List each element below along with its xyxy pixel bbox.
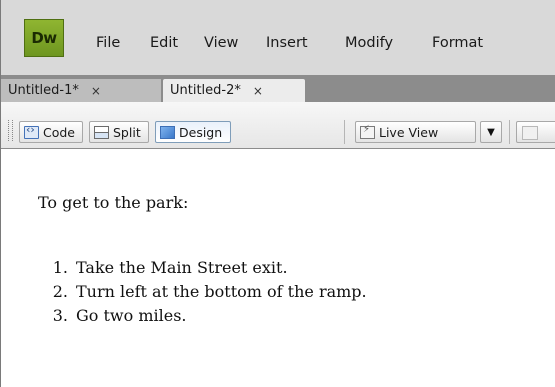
document-tab-bar: Untitled-1* × Untitled-2* ×	[1, 75, 555, 102]
design-view-button[interactable]: Design	[155, 121, 231, 143]
list-item: 2. Turn left at the bottom of the ramp.	[38, 282, 367, 306]
design-icon	[160, 125, 175, 139]
close-icon[interactable]: ×	[253, 84, 263, 98]
live-view-label: Live View	[379, 124, 439, 140]
menu-view[interactable]: View	[204, 35, 238, 51]
live-view-button[interactable]: Live View	[355, 121, 476, 143]
close-icon[interactable]: ×	[91, 84, 101, 98]
live-view-dropdown-button[interactable]: ▼	[480, 121, 502, 143]
toolbar-separator	[344, 120, 345, 144]
code-icon	[24, 123, 39, 139]
toolbar-grip-handle[interactable]	[8, 120, 13, 141]
list-number: 2.	[52, 282, 68, 301]
chevron-down-icon: ▼	[487, 126, 495, 138]
app-window: Dw File Edit View Insert Modify Format U…	[0, 0, 555, 387]
split-label: Split	[113, 124, 141, 140]
menu-bar: Dw File Edit View Insert Modify Format	[1, 0, 555, 75]
menu-file[interactable]: File	[96, 35, 120, 51]
toolbar-separator	[509, 120, 510, 144]
design-view-canvas[interactable]: To get to the park: 1. Take the Main Str…	[1, 149, 555, 387]
split-view-button[interactable]: Split	[89, 121, 149, 143]
code-label: Code	[43, 124, 76, 140]
intro-paragraph: To get to the park:	[38, 193, 189, 212]
menu-edit[interactable]: Edit	[150, 35, 178, 51]
tab-untitled-1[interactable]: Untitled-1* ×	[1, 79, 161, 102]
tab-label: Untitled-1*	[8, 83, 79, 98]
menu-format[interactable]: Format	[432, 35, 483, 51]
live-view-icon	[360, 124, 375, 139]
split-icon	[94, 125, 109, 139]
list-number: 1.	[52, 258, 68, 277]
list-text: Turn left at the bottom of the ramp.	[76, 282, 367, 301]
menu-insert[interactable]: Insert	[266, 35, 308, 51]
menu-modify[interactable]: Modify	[345, 35, 393, 51]
tab-untitled-2[interactable]: Untitled-2* ×	[163, 79, 305, 102]
list-item: 3. Go two miles.	[38, 306, 367, 330]
list-number: 3.	[52, 306, 68, 325]
design-label: Design	[179, 124, 223, 140]
list-text: Go two miles.	[76, 306, 187, 325]
live-code-icon	[522, 126, 538, 140]
list-item: 1. Take the Main Street exit.	[38, 258, 367, 282]
dreamweaver-logo: Dw	[24, 19, 64, 57]
document-toolbar: Code Split Design Live View ▼	[1, 102, 555, 149]
tab-label: Untitled-2*	[170, 83, 241, 98]
list-text: Take the Main Street exit.	[76, 258, 288, 277]
ordered-list: 1. Take the Main Street exit. 2. Turn le…	[38, 258, 367, 330]
live-code-button[interactable]	[516, 121, 555, 143]
code-view-button[interactable]: Code	[19, 121, 83, 143]
